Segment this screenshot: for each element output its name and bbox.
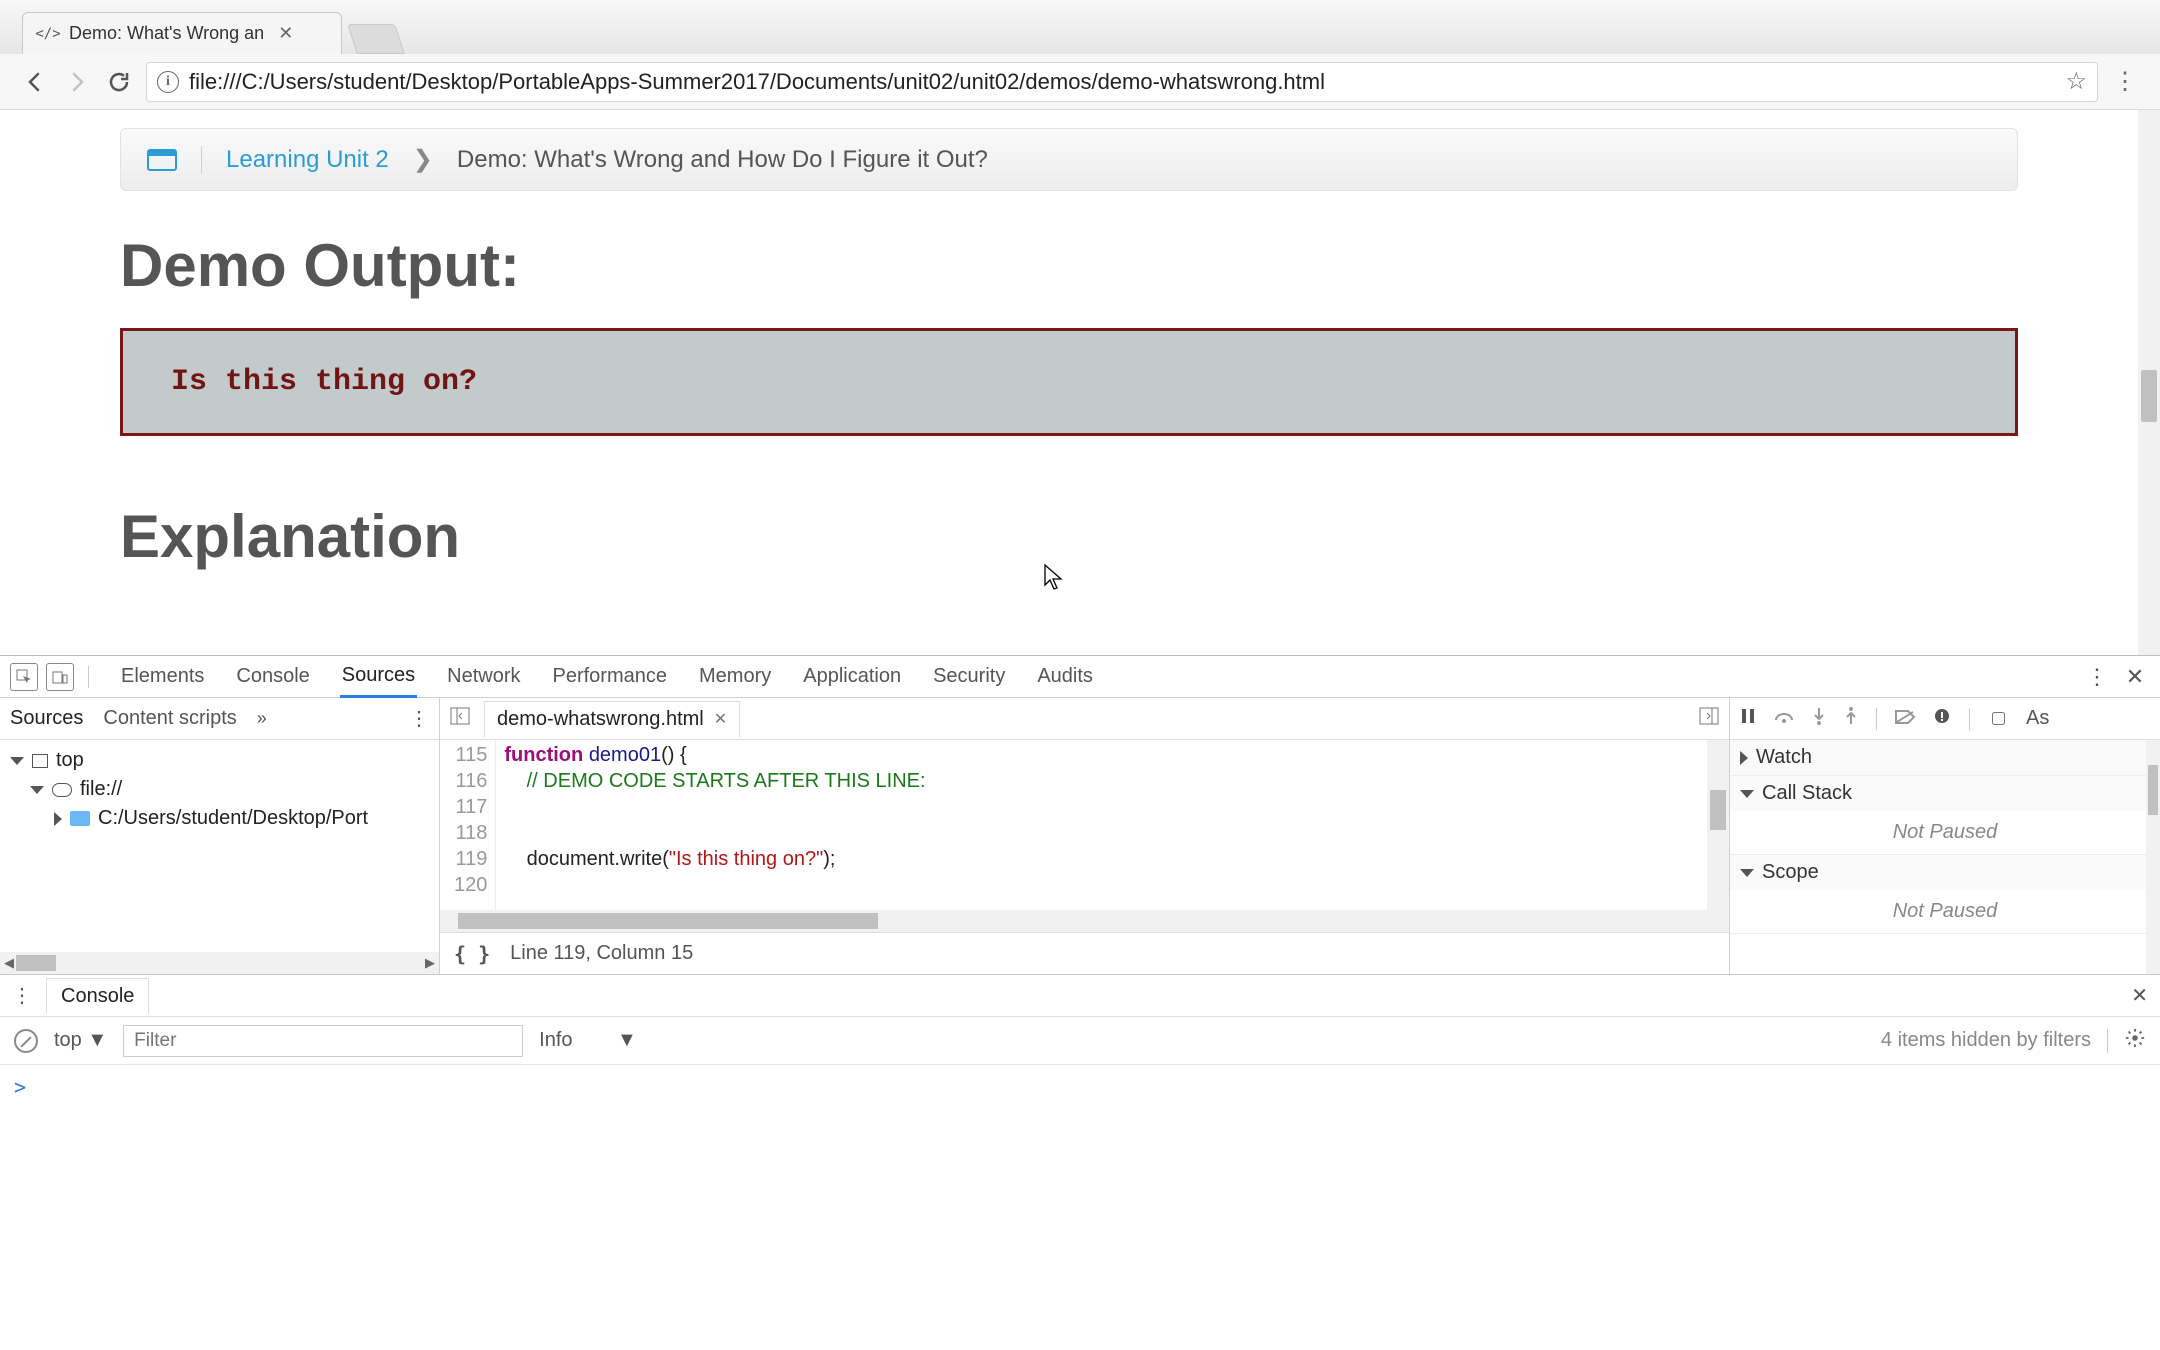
tab-title: Demo: What's Wrong an	[69, 23, 264, 44]
bookmark-star-icon[interactable]: ☆	[2065, 67, 2087, 96]
breadcrumb: Learning Unit 2 ❯ Demo: What's Wrong and…	[120, 128, 2018, 191]
back-button[interactable]	[20, 67, 50, 97]
devtools-tab-memory[interactable]: Memory	[697, 657, 773, 696]
console-drawer-tab[interactable]: Console	[46, 978, 149, 1014]
toggle-debugger-icon[interactable]	[1699, 707, 1719, 731]
page-scrollbar[interactable]	[2138, 110, 2160, 655]
sources-more-icon[interactable]: ⋮	[409, 706, 429, 731]
devtools-menu-button[interactable]: ⋮	[2082, 664, 2112, 690]
cloud-icon	[52, 783, 72, 797]
chevron-right-icon: ❯	[413, 145, 433, 174]
callstack-state: Not Paused	[1730, 811, 2160, 854]
async-label: As	[2026, 707, 2049, 730]
browser-tab[interactable]: </> Demo: What's Wrong an ✕	[22, 12, 342, 54]
tree-top-frame[interactable]: top	[10, 746, 429, 775]
debugger-scrollbar[interactable]	[2146, 740, 2160, 974]
devtools-tabs: Elements Console Sources Network Performance…	[119, 656, 1095, 698]
page-title: Demo Output:	[120, 231, 2018, 300]
breadcrumb-current: Demo: What's Wrong and How Do I Figure i…	[457, 146, 988, 174]
step-into-icon[interactable]	[1812, 707, 1826, 731]
devtools-tab-audits[interactable]: Audits	[1035, 657, 1095, 696]
pretty-print-icon[interactable]: { }	[454, 942, 490, 966]
callstack-section-header[interactable]: Call Stack	[1730, 776, 2160, 811]
devtools-tab-console[interactable]: Console	[234, 657, 311, 696]
device-toolbar-icon[interactable]	[46, 663, 74, 691]
code-vertical-scrollbar[interactable]	[1707, 740, 1729, 910]
console-settings-icon[interactable]	[2124, 1027, 2146, 1055]
devtools-tab-performance[interactable]: Performance	[551, 657, 670, 696]
tree-folder[interactable]: C:/Users/student/Desktop/Port	[10, 804, 429, 833]
code-cursor-status: Line 119, Column 15	[510, 942, 693, 965]
pause-exceptions-icon[interactable]	[1933, 707, 1951, 731]
drawer-menu-icon[interactable]: ⋮	[12, 983, 32, 1008]
clear-console-icon[interactable]	[14, 1029, 38, 1053]
favicon-icon: </>	[37, 23, 59, 45]
inspect-element-icon[interactable]	[10, 663, 38, 691]
step-out-icon[interactable]	[1844, 707, 1858, 731]
deactivate-breakpoints-icon[interactable]	[1895, 707, 1915, 730]
reload-button[interactable]	[104, 67, 134, 97]
toggle-navigator-icon[interactable]	[450, 707, 470, 731]
console-context[interactable]: top ▼	[54, 1029, 107, 1052]
address-bar[interactable]: i file:///C:/Users/student/Desktop/Porta…	[146, 62, 2098, 102]
browser-menu-button[interactable]: ⋮	[2110, 67, 2140, 96]
breadcrumb-home-icon[interactable]	[147, 149, 177, 171]
code-horizontal-scrollbar[interactable]	[440, 910, 1729, 932]
devtools-tab-network[interactable]: Network	[445, 657, 522, 696]
explanation-heading: Explanation	[120, 502, 2018, 571]
site-info-icon[interactable]: i	[157, 71, 179, 93]
tree-origin[interactable]: file://	[10, 775, 429, 804]
source-file-tab[interactable]: demo-whatswrong.html ✕	[484, 701, 740, 737]
url-text: file:///C:/Users/student/Desktop/Portabl…	[189, 69, 2055, 95]
hidden-count: 4 items hidden by filters	[1881, 1029, 2091, 1052]
new-tab-button[interactable]	[347, 24, 405, 54]
console-level-select[interactable]: Info ▼	[539, 1029, 637, 1052]
scope-section-header[interactable]: Scope	[1730, 855, 2160, 890]
console-filter-input[interactable]	[123, 1025, 523, 1057]
forward-button[interactable]	[62, 67, 92, 97]
scope-state: Not Paused	[1730, 890, 2160, 933]
more-tabs-icon[interactable]: »	[257, 708, 267, 729]
sources-subtab-content-scripts[interactable]: Content scripts	[103, 707, 236, 730]
close-tab-icon[interactable]: ✕	[278, 23, 293, 44]
close-file-icon[interactable]: ✕	[714, 709, 727, 729]
breadcrumb-link[interactable]: Learning Unit 2	[226, 146, 389, 174]
devtools-tab-sources[interactable]: Sources	[340, 656, 417, 698]
folder-icon	[70, 811, 90, 826]
line-gutter: 115116117118119120	[440, 740, 496, 910]
devtools-tab-elements[interactable]: Elements	[119, 657, 206, 696]
pause-icon[interactable]	[1740, 707, 1756, 730]
demo-output-box: Is this thing on?	[120, 328, 2018, 436]
async-checkbox[interactable]	[1992, 712, 2005, 725]
code-text[interactable]: function demo01() { // DEMO CODE STARTS …	[496, 740, 933, 910]
close-drawer-icon[interactable]: ✕	[2131, 983, 2148, 1008]
watch-section-header[interactable]: Watch	[1730, 740, 2160, 775]
source-tree: top file:// C:/Users/student/Desktop/Por…	[0, 740, 439, 839]
frame-icon	[32, 754, 48, 768]
step-over-icon[interactable]	[1774, 707, 1794, 730]
tree-horizontal-scrollbar[interactable]: ◀▶	[0, 952, 439, 974]
devtools-tab-security[interactable]: Security	[931, 657, 1007, 696]
sources-subtab-sources[interactable]: Sources	[10, 707, 83, 730]
devtools-tab-application[interactable]: Application	[801, 657, 903, 696]
console-prompt[interactable]: >	[0, 1065, 2160, 1350]
close-devtools-button[interactable]: ✕	[2120, 664, 2150, 690]
